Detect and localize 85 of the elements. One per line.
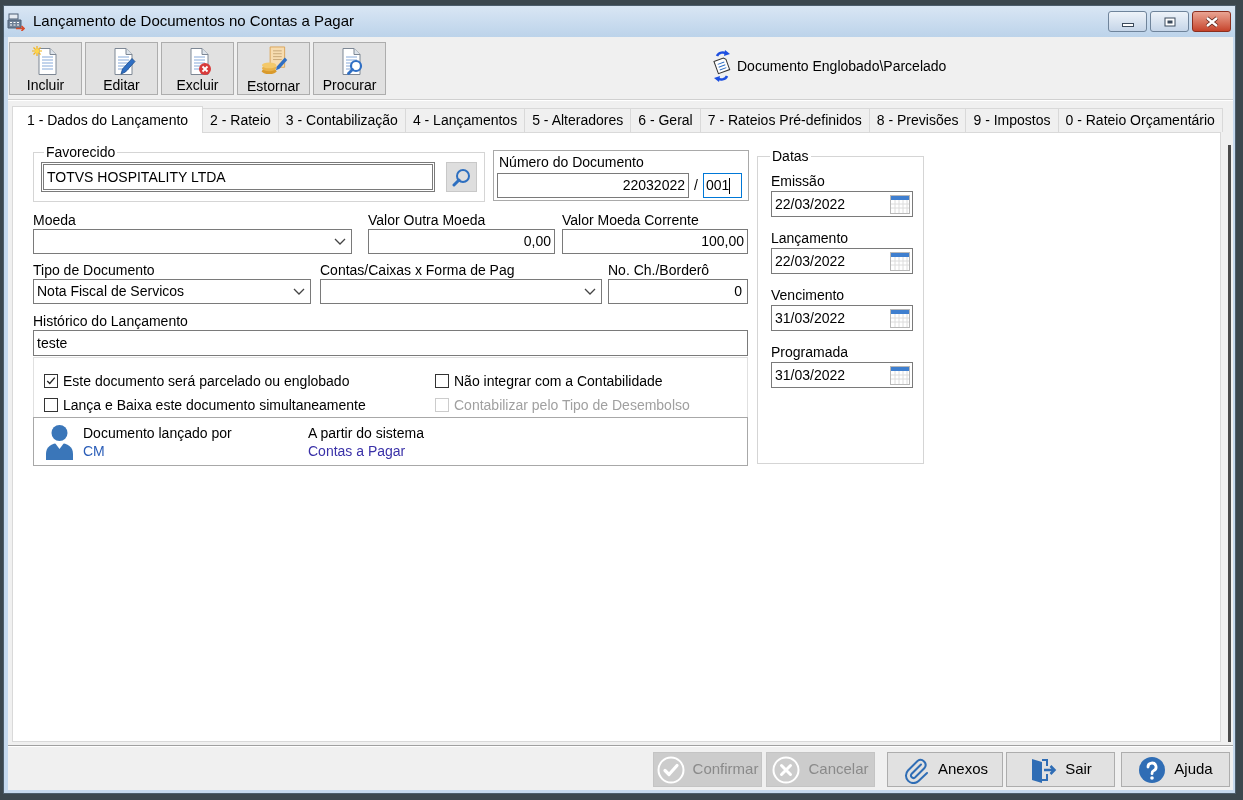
dropdown[interactable] <box>33 229 352 254</box>
toolbar-button[interactable]: Editar <box>85 42 158 95</box>
new-document-icon <box>31 46 60 76</box>
tab[interactable]: 2 - Rateio <box>203 108 279 132</box>
date-field[interactable]: 31/03/2022 <box>771 362 913 388</box>
calendar-icon <box>890 308 910 328</box>
tab[interactable]: 6 - Geral <box>631 108 701 132</box>
toolbar-button[interactable]: Excluir <box>161 42 234 95</box>
tab[interactable]: 7 - Rateios Pré-definidos <box>700 108 870 132</box>
tab[interactable]: 5 - Alteradores <box>525 108 632 132</box>
toolbar-button[interactable]: Estornar <box>237 42 310 95</box>
maximize-icon <box>1163 16 1176 27</box>
footer-button[interactable]: Ajuda <box>1121 752 1230 787</box>
date-field[interactable]: 31/03/2022 <box>771 305 913 331</box>
info-label: Documento lançado por <box>83 423 233 442</box>
search-button[interactable] <box>446 162 477 192</box>
close-button[interactable] <box>1192 11 1231 32</box>
close-icon <box>1204 15 1219 28</box>
tab[interactable]: 4 - Lançamentos <box>405 108 526 132</box>
footer-button[interactable]: Sair <box>1006 752 1115 787</box>
checkbox-label: Lança e Baixa este documento simultaneamente <box>63 395 366 415</box>
footer-button[interactable]: Anexos <box>887 752 1003 787</box>
field-label: Contas/Caixas x Forma de Pag <box>320 262 516 278</box>
document-arrows-icon <box>712 49 732 83</box>
text-field[interactable]: TOTVS HOSPITALITY LTDA <box>41 162 435 192</box>
checkbox-label: Contabilizar pelo Tipo de Desembolso <box>454 395 690 415</box>
tab[interactable]: 1 - Dados do Lançamento <box>12 106 204 133</box>
person-icon <box>45 423 74 460</box>
x-circle-icon <box>772 755 801 784</box>
tab[interactable]: 3 - Contabilização <box>278 108 406 132</box>
field-label: Valor Moeda Corrente <box>562 212 700 228</box>
minimize-button[interactable] <box>1108 11 1147 32</box>
check-circle-icon <box>656 755 685 784</box>
user-name: CM <box>83 441 106 460</box>
text-field[interactable]: 0,00 <box>368 229 555 254</box>
tab[interactable]: 9 - Impostos <box>966 108 1059 132</box>
search-icon <box>452 167 471 187</box>
field-label: Vencimento <box>771 287 846 303</box>
checkbox[interactable] <box>44 398 58 412</box>
text-field[interactable]: 001 <box>702 173 742 198</box>
field-label: Programada <box>771 344 850 360</box>
calendar-icon <box>890 365 910 385</box>
field-label: Histórico do Lançamento <box>33 313 189 329</box>
group-label: Favorecido <box>45 144 117 160</box>
checkbox-label: Este documento será parcelado ou englobado <box>63 371 350 391</box>
field-label: Emissão <box>771 173 826 189</box>
text-field[interactable]: 22032022 <box>497 173 689 198</box>
checkmark-icon <box>46 376 56 386</box>
date-field[interactable]: 22/03/2022 <box>771 248 913 274</box>
text-field[interactable]: 100,00 <box>562 229 748 254</box>
status-text: Documento Englobado\Parcelado <box>737 56 947 76</box>
chevron-down-icon <box>334 238 346 245</box>
chevron-down-icon <box>584 288 596 295</box>
toolbar-button[interactable]: Procurar <box>313 42 386 95</box>
text-field[interactable]: 0 <box>608 279 748 304</box>
checkbox[interactable] <box>435 374 449 388</box>
info-label: A partir do sistema <box>308 423 424 442</box>
window-title: Lançamento de Documentos no Contas a Pagar <box>33 11 355 32</box>
field-label: Moeda <box>33 212 77 228</box>
text-field[interactable]: teste <box>33 330 748 356</box>
coins-document-icon <box>259 46 288 75</box>
dropdown[interactable]: Nota Fiscal de Servicos <box>33 279 311 304</box>
field-label: Lançamento <box>771 230 850 246</box>
group-label: Datas <box>771 148 810 164</box>
chevron-down-icon <box>293 288 305 295</box>
field-label: No. Ch./Borderô <box>608 262 711 278</box>
text-cursor <box>729 177 731 194</box>
separator-text: / <box>694 176 698 195</box>
field-label: Número do Documento <box>498 154 645 170</box>
calendar-icon <box>890 194 910 214</box>
checkbox-label: Não integrar com a Contabilidade <box>454 371 663 391</box>
date-field[interactable]: 22/03/2022 <box>771 191 913 217</box>
system-name: Contas a Pagar <box>308 441 407 460</box>
maximize-button[interactable] <box>1150 11 1189 32</box>
calendar-icon <box>890 251 910 271</box>
toolbar-button[interactable]: Incluir <box>9 42 82 95</box>
minimize-icon <box>1121 22 1134 27</box>
app-icon <box>7 12 25 31</box>
help-icon <box>1138 755 1167 784</box>
checkbox[interactable] <box>44 374 58 388</box>
tab[interactable]: 0 - Rateio Orçamentário <box>1058 108 1223 132</box>
dropdown[interactable] <box>320 279 602 304</box>
tab[interactable]: 8 - Previsões <box>869 108 967 132</box>
field-label: Valor Outra Moeda <box>368 212 487 228</box>
field-label: Tipo de Documento <box>33 262 156 278</box>
